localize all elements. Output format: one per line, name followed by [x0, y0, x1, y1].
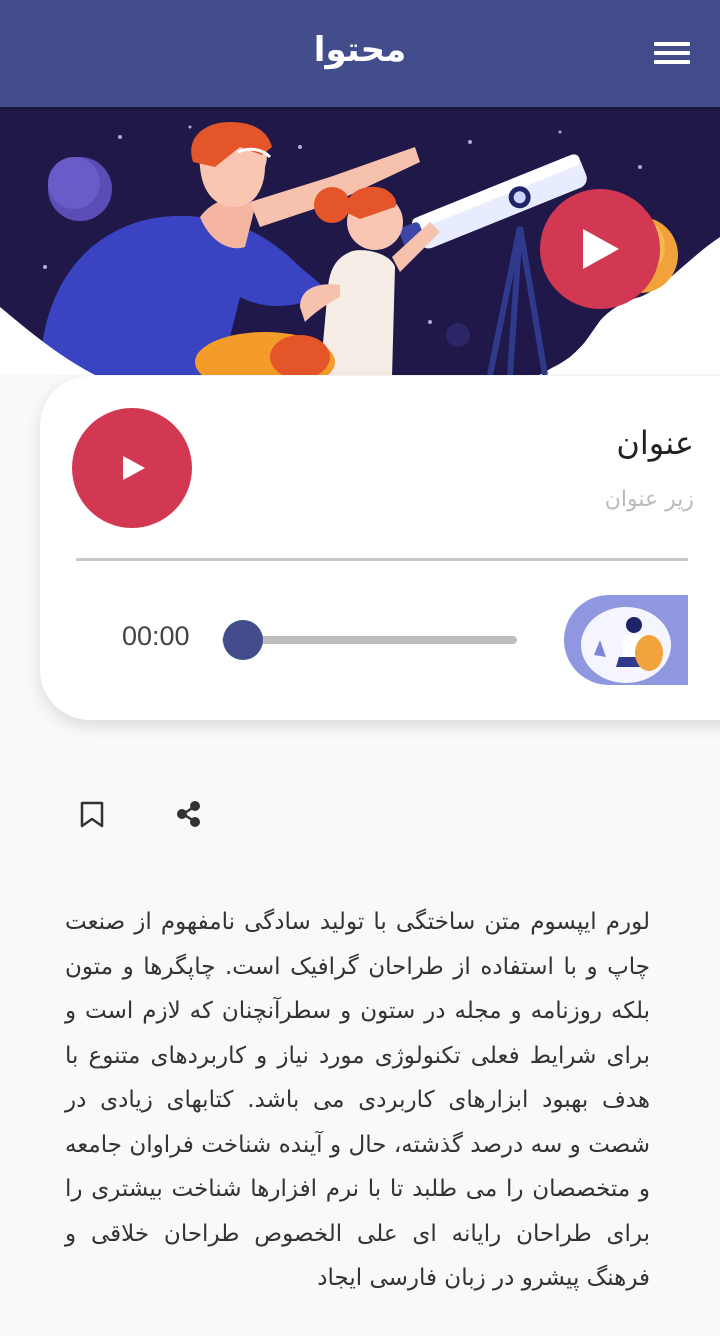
- track-artwork: [564, 595, 688, 685]
- seek-bar[interactable]: [222, 636, 517, 644]
- app-bar: محتوا: [0, 0, 720, 107]
- content-page: محتوا عنوان زیر عنوان 00:00 لورم ایپسوم …: [0, 0, 720, 1336]
- play-icon: [123, 456, 145, 480]
- share-icon[interactable]: [164, 790, 212, 838]
- divider: [76, 558, 688, 561]
- page-title: محتوا: [313, 30, 407, 70]
- play-button[interactable]: [72, 408, 192, 528]
- hamburger-menu-icon[interactable]: [650, 36, 694, 68]
- play-icon: [583, 229, 619, 269]
- seek-thumb[interactable]: [223, 620, 263, 660]
- current-time: 00:00: [122, 621, 190, 651]
- track-title: عنوان: [616, 424, 694, 462]
- bookmark-icon[interactable]: [68, 790, 116, 838]
- audio-player-card: عنوان زیر عنوان 00:00: [40, 376, 720, 720]
- hero-play-button[interactable]: [540, 189, 660, 309]
- content-body: لورم ایپسوم متن ساختگی با تولید سادگی نا…: [65, 909, 650, 1291]
- track-subtitle: زیر عنوان: [604, 487, 694, 512]
